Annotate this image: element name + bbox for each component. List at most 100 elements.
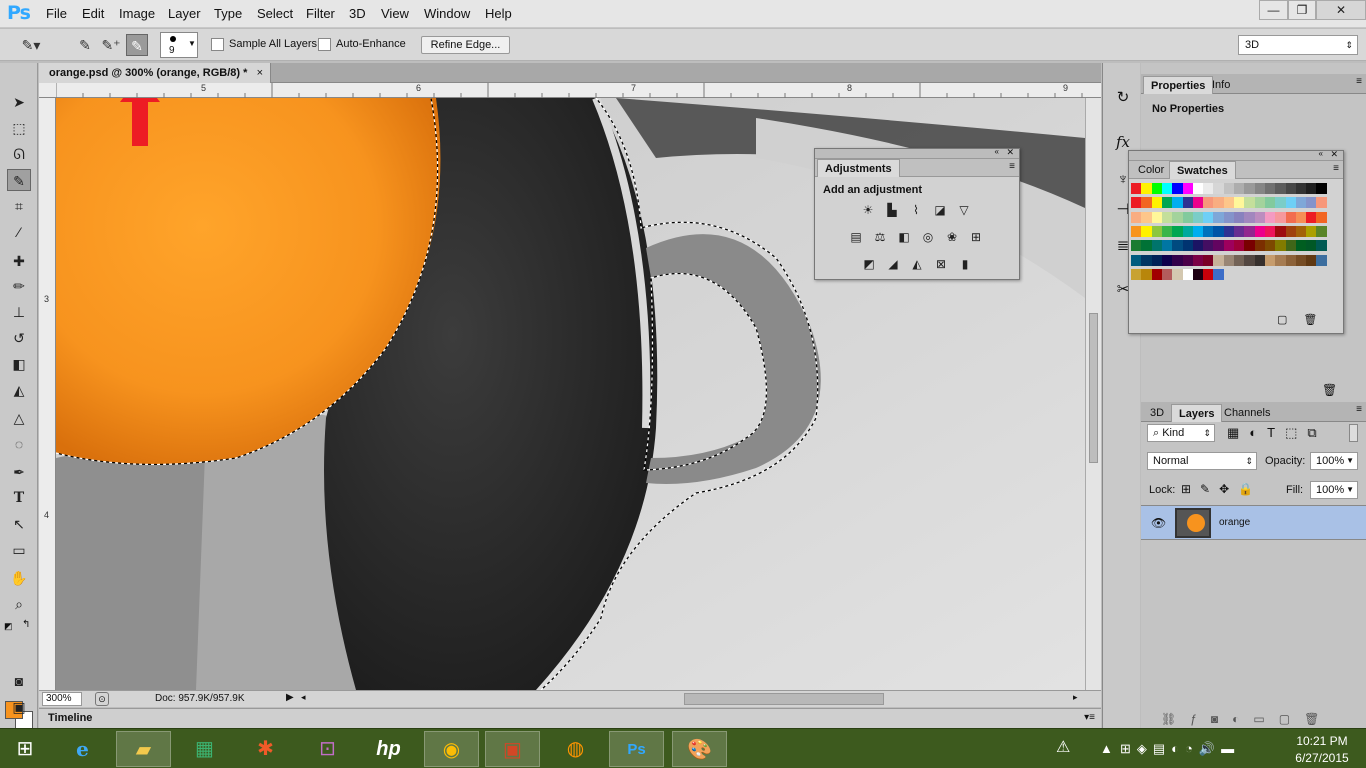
tab-layers[interactable]: Layers — [1171, 404, 1223, 422]
panel-header[interactable]: « ✕ — [1129, 149, 1343, 161]
collapse-icon[interactable]: « — [995, 147, 999, 156]
pen-tool-icon[interactable]: ✒ — [7, 461, 31, 483]
selective-color-icon[interactable]: ⊠ — [932, 256, 950, 272]
hue-saturation-icon[interactable]: ▤ — [847, 229, 865, 245]
color-lookup-icon[interactable]: ⊞ — [967, 229, 985, 245]
exposure-icon[interactable]: ◪ — [931, 202, 949, 218]
menu-layer[interactable]: Layer — [168, 6, 201, 21]
dodge-tool-icon[interactable]: ◌ — [7, 433, 31, 455]
quick-selection-preset-icon[interactable]: ✎▾ — [20, 34, 42, 56]
document-tab[interactable]: orange.psd @ 300% (orange, RGB/8) * × — [39, 63, 271, 83]
color-swatch[interactable] — [1316, 183, 1328, 194]
remote-app-icon[interactable]: ⊡ — [300, 731, 355, 767]
close-icon[interactable]: ✕ — [1006, 147, 1014, 158]
menu-window[interactable]: Window — [424, 6, 470, 21]
auto-enhance-checkbox[interactable] — [318, 38, 331, 51]
color-balance-icon[interactable]: ⚖ — [871, 229, 889, 245]
tab-info[interactable]: Info — [1205, 76, 1237, 94]
panel-menu-icon[interactable]: ≡ — [1333, 163, 1339, 174]
invert-icon[interactable]: ◩ — [860, 256, 878, 272]
store-icon[interactable]: ▦ — [177, 731, 232, 767]
history-icon[interactable]: ↻ — [1112, 87, 1134, 109]
color-swatch[interactable] — [1316, 240, 1328, 252]
trash-icon[interactable]: 🗑 — [1322, 383, 1337, 397]
color-swatch[interactable] — [1213, 268, 1225, 280]
clone-stamp-tool-icon[interactable]: ⊥ — [7, 301, 31, 323]
default-colors-icon[interactable]: ◩ — [4, 621, 13, 632]
lasso-tool-icon[interactable]: ᘏ — [7, 143, 31, 165]
add-to-selection-icon[interactable]: ✎⁺ — [100, 34, 122, 56]
workspace-select[interactable]: 3D ⇕ — [1238, 35, 1358, 55]
layer-filter-select[interactable]: ⌕ Kind ⇕ — [1147, 424, 1215, 442]
tab-channels[interactable]: Channels — [1217, 404, 1277, 422]
powerpoint-icon[interactable]: ▣ — [485, 731, 540, 767]
tab-swatches[interactable]: Swatches — [1169, 161, 1236, 179]
minimize-button[interactable]: — — [1259, 0, 1288, 20]
crop-tool-icon[interactable]: ⌗ — [7, 195, 31, 217]
brightness-contrast-icon[interactable]: ☀ — [859, 202, 877, 218]
rectangle-tool-icon[interactable]: ▭ — [7, 539, 31, 561]
screen-mode-icon[interactable]: ▣ — [7, 696, 31, 718]
subtract-from-selection-icon[interactable]: ✎ — [126, 34, 148, 56]
filter-toggle[interactable] — [1349, 424, 1358, 442]
menu-help[interactable]: Help — [485, 6, 512, 21]
vibrance-icon[interactable]: ▽ — [955, 202, 973, 218]
scroll-right-icon[interactable]: ▸ — [1073, 692, 1078, 703]
quick-selection-tool-icon[interactable]: ✎ — [7, 169, 31, 191]
vertical-scrollbar[interactable] — [1085, 98, 1101, 690]
new-selection-icon[interactable]: ✎ — [74, 34, 96, 56]
sample-all-layers-checkbox[interactable] — [211, 38, 224, 51]
panel-menu-icon[interactable]: ≡ — [1356, 76, 1362, 87]
show-hidden-icons[interactable]: ▲ — [1100, 741, 1113, 756]
paint-bucket-tool-icon[interactable]: ◭ — [7, 379, 31, 401]
scroll-left-icon[interactable]: ◂ — [301, 692, 306, 703]
posterize-icon[interactable]: ◢ — [884, 256, 902, 272]
file-explorer-icon[interactable]: ▰ — [116, 731, 171, 767]
opacity-input[interactable]: 100% ▼ — [1310, 452, 1358, 470]
photo-filter-icon[interactable]: ◎ — [919, 229, 937, 245]
menu-select[interactable]: Select — [257, 6, 293, 21]
eye-icon[interactable]: 👁 — [1151, 516, 1166, 530]
panel-header[interactable]: « ✕ — [815, 147, 1019, 159]
tab-close-icon[interactable]: × — [257, 63, 263, 83]
menu-edit[interactable]: Edit — [82, 6, 104, 21]
layer-filter-icons[interactable]: ▦◐T⬚⧉ — [1227, 425, 1327, 441]
timeline-tab[interactable]: Timeline — [48, 712, 92, 724]
hand-tool-icon[interactable]: ✋ — [7, 567, 31, 589]
type-tool-icon[interactable]: T — [7, 487, 31, 509]
horizontal-scroll-thumb[interactable] — [684, 693, 884, 705]
tab-color[interactable]: Color — [1131, 161, 1171, 179]
close-button[interactable]: ✕ — [1316, 0, 1366, 20]
paint-icon[interactable]: 🎨 — [672, 731, 727, 767]
panel-menu-icon[interactable]: ≡ — [1009, 161, 1015, 172]
photoshop-taskbar-icon[interactable]: Ps — [609, 731, 664, 767]
restore-button[interactable]: ❐ — [1288, 0, 1316, 20]
zoom-input[interactable]: 300% — [42, 692, 82, 706]
blur-tool-icon[interactable]: △ — [7, 407, 31, 429]
eraser-tool-icon[interactable]: ◧ — [7, 353, 31, 375]
menu-3d[interactable]: 3D — [349, 6, 366, 21]
eyedropper-tool-icon[interactable]: ⁄ — [7, 221, 31, 243]
history-brush-tool-icon[interactable]: ↺ — [7, 327, 31, 349]
swap-colors-icon[interactable]: ↰ — [22, 619, 30, 630]
menu-type[interactable]: Type — [214, 6, 242, 21]
brush-size-picker[interactable]: 9 ▼ — [160, 32, 198, 58]
marquee-tool-icon[interactable]: ⬚ — [7, 117, 31, 139]
internet-explorer-icon[interactable]: e — [55, 731, 110, 767]
tab-3d[interactable]: 3D — [1143, 404, 1171, 422]
tray-icons[interactable]: ⊞◈▤◐◔🔊▬ — [1120, 741, 1240, 757]
scroll-thumb[interactable] — [1089, 313, 1098, 463]
black-white-icon[interactable]: ◧ — [895, 229, 913, 245]
fill-input[interactable]: 100% ▼ — [1310, 481, 1358, 499]
blend-mode-select[interactable]: Normal ⇕ — [1147, 452, 1257, 470]
paint-gallery-icon[interactable]: ✱ — [238, 731, 293, 767]
quick-mask-icon[interactable]: ◙ — [7, 670, 31, 692]
levels-icon[interactable]: ▙ — [883, 202, 901, 218]
panel-menu-icon[interactable]: ≡ — [1356, 404, 1362, 415]
curves-icon[interactable]: ⌇ — [907, 202, 925, 218]
color-swatch[interactable] — [1316, 225, 1328, 237]
notification-alert-icon[interactable]: ⚠ — [1056, 737, 1070, 757]
close-icon[interactable]: ✕ — [1330, 149, 1338, 160]
share-icon[interactable]: ⊙ — [95, 692, 109, 706]
play-arrow-icon[interactable]: ▶ — [286, 692, 294, 703]
